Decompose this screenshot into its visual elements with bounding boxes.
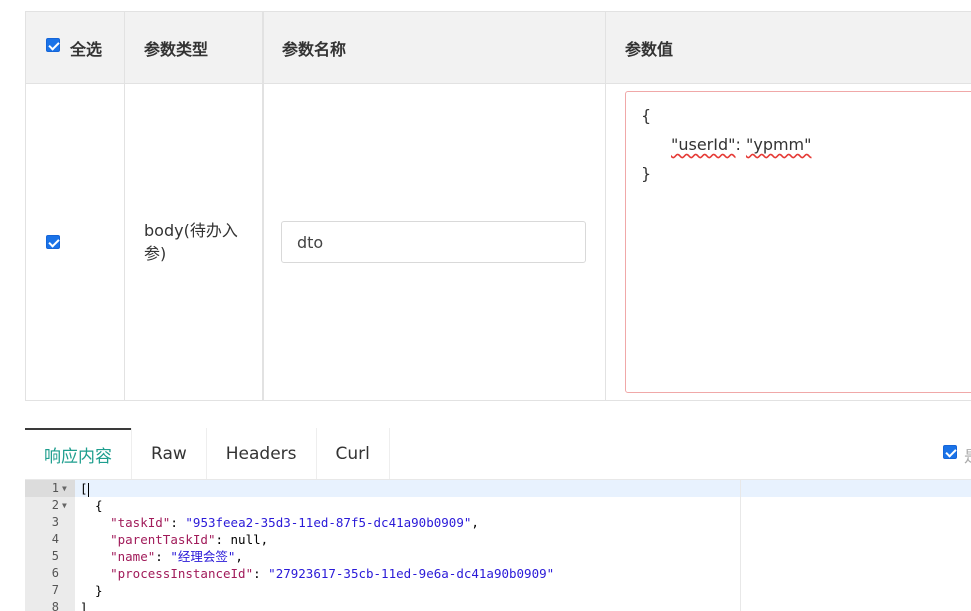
value-line-close: } [641,164,652,183]
param-type-text: body(待办入参) [144,221,238,263]
tab-raw[interactable]: Raw [132,428,207,480]
code-line: "name": "经理会签", [110,549,243,564]
code-line: } [80,583,103,598]
fold-toggle-icon[interactable]: ▼ [62,480,72,497]
fold-toggle-icon[interactable]: ▼ [62,497,72,514]
code-line: "processInstanceId": "27923617-35cb-11ed… [110,566,555,581]
row-checkbox[interactable] [46,235,60,249]
tab-response-content[interactable]: 响应内容 [25,428,132,480]
select-all-label: 全选 [70,40,103,59]
json-string: "27923617-35cb-11ed-9e6a-dc41a90b0909" [268,566,555,581]
response-tabs: 响应内容 Raw Headers Curl [25,428,390,480]
line-number: 1 [51,481,59,495]
json-key: "name" [110,549,156,564]
header-param-type: 参数类型 [144,40,209,59]
column-divider [262,12,264,400]
code-line: "taskId": "953feea2-35d3-11ed-87f5-dc41a… [110,515,479,530]
json-key: "parentTaskId" [110,532,216,547]
param-name-input[interactable]: dto [281,221,586,263]
code-line: { [80,498,103,513]
value-line-body: "userId": "ypmm" [671,135,812,154]
line-number: 5 [51,549,59,563]
response-option-label: 是 [964,443,971,467]
params-table: 全选 参数类型 参数名称 参数值 body(待办入参) dto { "userI… [25,11,971,401]
json-null: null [230,532,261,547]
column-divider [605,12,606,400]
response-editor[interactable]: 1 2 3 4 5 6 7 8 ▼ ▼ [ { "taskId": "953fe… [25,480,971,611]
tab-curl[interactable]: Curl [317,428,390,480]
response-option-checkbox[interactable] [943,445,957,459]
code-line: ] [80,600,88,611]
line-number: 4 [51,532,59,546]
line-number: 6 [51,566,59,580]
json-key: "processInstanceId" [110,566,254,581]
json-string: "经理会签" [170,549,236,564]
value-line-open: { [641,106,652,125]
select-all-checkbox[interactable] [46,38,60,52]
print-margin [740,480,741,611]
header-param-name: 参数名称 [282,40,347,59]
json-string: "953feea2-35d3-11ed-87f5-dc41a90b0909" [185,515,472,530]
param-value-textarea[interactable]: { "userId": "ypmm" } [625,91,971,393]
tab-headers[interactable]: Headers [207,428,317,480]
code-line: [ [80,481,89,497]
code-line: "parentTaskId": null, [110,532,269,547]
header-select-all: 全选 [46,12,102,84]
line-number: 8 [51,600,59,611]
json-key: "taskId" [110,515,171,530]
active-line-highlight [75,480,971,497]
header-param-value: 参数值 [625,40,674,59]
line-number: 7 [51,583,59,597]
line-number: 3 [51,515,59,529]
line-number: 2 [51,498,59,512]
column-divider [124,12,125,400]
